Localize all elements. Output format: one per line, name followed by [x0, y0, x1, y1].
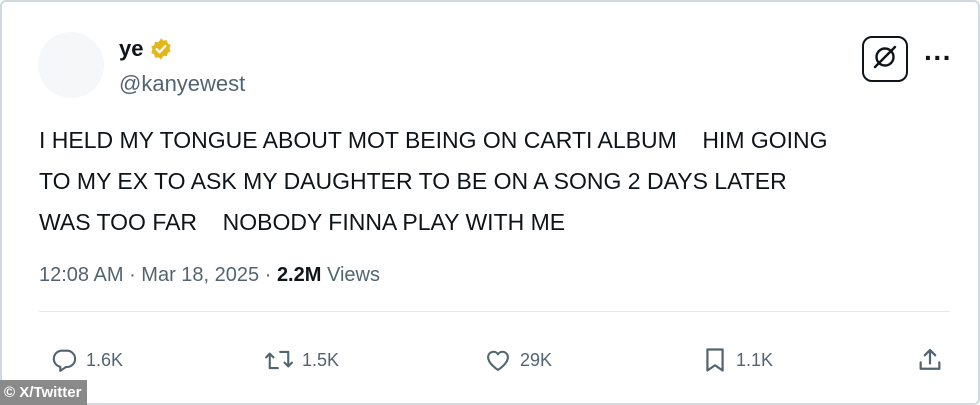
more-options-button[interactable]: ···	[922, 42, 954, 74]
meta-separator: ·	[259, 264, 277, 286]
tweet-line: TO MY EX TO ASK MY DAUGHTER TO BE ON A S…	[39, 168, 787, 194]
heart-icon	[484, 346, 512, 374]
repost-icon	[264, 346, 294, 374]
reply-icon	[50, 346, 78, 374]
bookmark-icon	[702, 346, 728, 374]
tweet-line: I HELD MY TONGUE ABOUT MOT BEING ON CART…	[39, 127, 828, 153]
like-button[interactable]: 29K	[484, 342, 552, 378]
tweet-line: WAS TOO FAR NOBODY FINNA PLAY WITH ME	[39, 209, 566, 235]
tweet-meta: 12:08 AM · Mar 18, 2025 · 2.2M Views	[39, 264, 380, 287]
tweet-date[interactable]: Mar 18, 2025	[141, 264, 259, 286]
views-label: Views	[321, 264, 380, 286]
like-count: 29K	[520, 349, 553, 370]
share-button[interactable]	[916, 342, 944, 378]
avatar[interactable]	[38, 32, 104, 98]
action-bar: 1.6K 1.5K 29K 1.1K	[2, 342, 980, 378]
bookmark-button[interactable]: 1.1K	[702, 342, 773, 378]
tweet-card: ye @kanyewest ··· I HELD MY TONGUE ABOUT…	[0, 0, 980, 405]
grok-icon	[871, 43, 899, 76]
divider	[39, 311, 950, 312]
author-handle[interactable]: @kanyewest	[119, 71, 245, 97]
reply-count: 1.6K	[86, 349, 124, 370]
more-icon: ···	[924, 42, 952, 73]
display-name[interactable]: ye	[119, 36, 143, 62]
author-name-row: ye	[119, 36, 173, 62]
share-icon	[916, 346, 944, 374]
reply-button[interactable]: 1.6K	[50, 342, 123, 378]
repost-button[interactable]: 1.5K	[264, 342, 339, 378]
image-credit: © X/Twitter	[0, 380, 88, 405]
verified-badge-icon[interactable]	[149, 37, 173, 61]
views-count: 2.2M	[276, 264, 322, 286]
tweet-text: I HELD MY TONGUE ABOUT MOT BEING ON CART…	[39, 120, 959, 243]
meta-separator: ·	[123, 264, 142, 286]
repost-count: 1.5K	[302, 349, 340, 370]
tweet-time[interactable]: 12:08 AM	[39, 264, 124, 286]
grok-button[interactable]	[862, 36, 908, 82]
bookmark-count: 1.1K	[736, 349, 774, 370]
